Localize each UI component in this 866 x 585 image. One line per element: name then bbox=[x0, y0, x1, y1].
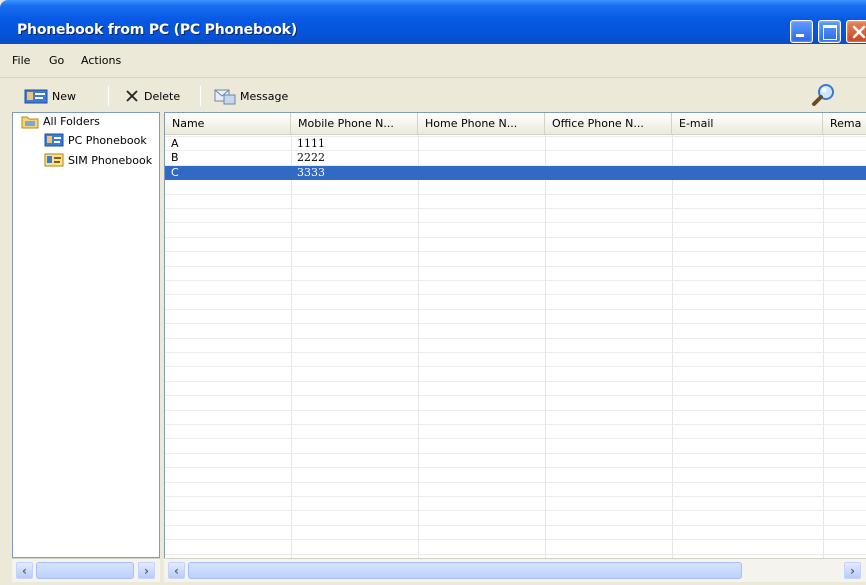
toolbar-separator bbox=[108, 86, 109, 106]
delete-button[interactable]: Delete bbox=[124, 86, 180, 106]
grid-row-line bbox=[165, 237, 866, 238]
search-icon bbox=[812, 84, 834, 106]
grid-row-line bbox=[165, 294, 866, 295]
grid-row-line bbox=[165, 222, 866, 223]
grid-row-line bbox=[165, 482, 866, 483]
table-row[interactable]: A 1111 bbox=[165, 137, 866, 151]
new-button-label: New bbox=[52, 89, 76, 103]
cell-mobile: 1111 bbox=[297, 137, 325, 150]
table-row[interactable]: B 2222 bbox=[165, 151, 866, 165]
new-button[interactable]: New bbox=[24, 86, 76, 106]
window-title: Phonebook from PC (PC Phonebook) bbox=[17, 22, 297, 38]
tree-item-label: All Folders bbox=[43, 114, 100, 128]
sim-card-icon bbox=[44, 153, 64, 167]
column-header-name[interactable]: Name bbox=[165, 113, 291, 135]
grid-row-line bbox=[165, 208, 866, 209]
grid-row-line bbox=[165, 525, 866, 526]
grid-row-line bbox=[165, 309, 866, 310]
grid-row-line bbox=[165, 453, 866, 454]
phonebook-icon bbox=[44, 133, 64, 147]
cell-mobile: 3333 bbox=[297, 166, 325, 179]
folder-icon bbox=[21, 116, 39, 129]
tree-item-label: SIM Phonebook bbox=[68, 153, 153, 167]
grid-column-line bbox=[418, 135, 419, 558]
title-bar[interactable]: Phonebook from PC (PC Phonebook) bbox=[0, 0, 866, 44]
scroll-left-button[interactable]: ‹ bbox=[168, 562, 185, 579]
grid-row-line bbox=[165, 338, 866, 339]
grid-row-line bbox=[165, 323, 866, 324]
grid-row-line bbox=[165, 554, 866, 555]
delete-x-icon bbox=[126, 90, 138, 102]
grid-row-line bbox=[165, 280, 866, 281]
toolbar-separator bbox=[200, 86, 201, 106]
grid-row-line bbox=[165, 424, 866, 425]
grid-row-line bbox=[165, 352, 866, 353]
grid-row-line bbox=[165, 410, 866, 411]
scroll-right-button[interactable]: › bbox=[138, 562, 155, 579]
folder-tree: All Folders PC Phonebook SIM Phonebook bbox=[12, 112, 160, 558]
new-contact-icon bbox=[24, 89, 48, 104]
cell-mobile: 2222 bbox=[297, 151, 325, 164]
grid-column-line bbox=[823, 135, 824, 558]
minimize-button[interactable] bbox=[790, 20, 813, 43]
column-header-office[interactable]: Office Phone N... bbox=[545, 113, 672, 135]
grid-row-line bbox=[165, 381, 866, 382]
search-button[interactable] bbox=[810, 82, 838, 108]
tree-item-sim-phonebook[interactable]: SIM Phonebook bbox=[44, 153, 152, 167]
toolbar: New Delete Message bbox=[0, 77, 866, 112]
close-icon bbox=[852, 25, 866, 39]
grid-row-line bbox=[165, 510, 866, 511]
menu-bar: File Go Actions bbox=[0, 46, 866, 74]
grid-column-line bbox=[545, 135, 546, 558]
cell-name: C bbox=[171, 166, 179, 179]
grid-row-line bbox=[165, 266, 866, 267]
list-body: A 1111 B 2222 C 3333 bbox=[165, 135, 866, 558]
grid-row-line bbox=[165, 366, 866, 367]
grid-row-line bbox=[165, 539, 866, 540]
column-header-remark[interactable]: Rema bbox=[823, 113, 866, 135]
list-header: Name Mobile Phone N... Home Phone N... O… bbox=[165, 113, 866, 135]
column-header-home[interactable]: Home Phone N... bbox=[418, 113, 545, 135]
delete-button-label: Delete bbox=[144, 89, 181, 103]
table-row-selected[interactable]: C 3333 bbox=[165, 166, 866, 180]
column-header-email[interactable]: E-mail bbox=[672, 113, 823, 135]
menu-go[interactable]: Go bbox=[49, 54, 64, 67]
folder-tree-hscrollbar[interactable]: ‹ › bbox=[12, 558, 160, 582]
grid-column-line bbox=[291, 135, 292, 558]
grid-row-line bbox=[165, 395, 866, 396]
close-button[interactable] bbox=[846, 20, 866, 43]
cell-name: B bbox=[171, 151, 179, 164]
grid-row-line bbox=[165, 194, 866, 195]
scroll-thumb[interactable] bbox=[36, 562, 134, 579]
menu-file[interactable]: File bbox=[12, 54, 30, 67]
maximize-button[interactable] bbox=[818, 20, 841, 43]
tree-item-label: PC Phonebook bbox=[68, 133, 147, 147]
phonebook-window: Phonebook from PC (PC Phonebook) File Go… bbox=[0, 0, 866, 585]
scroll-left-button[interactable]: ‹ bbox=[16, 562, 33, 579]
column-header-mobile[interactable]: Mobile Phone N... bbox=[291, 113, 418, 135]
scroll-right-button[interactable]: › bbox=[844, 562, 861, 579]
grid-row-line bbox=[165, 438, 866, 439]
tree-item-pc-phonebook[interactable]: PC Phonebook bbox=[44, 133, 147, 147]
scroll-thumb[interactable] bbox=[188, 562, 742, 579]
grid-row-line bbox=[165, 467, 866, 468]
grid-row-line bbox=[165, 251, 866, 252]
contact-list-hscrollbar[interactable]: ‹ › bbox=[164, 558, 866, 582]
message-icon bbox=[214, 89, 236, 105]
menu-actions[interactable]: Actions bbox=[81, 54, 121, 67]
tree-item-all-folders[interactable]: All Folders bbox=[21, 113, 100, 129]
grid-column-line bbox=[672, 135, 673, 558]
message-button-label: Message bbox=[240, 89, 289, 103]
grid-row-line bbox=[165, 496, 866, 497]
message-button[interactable]: Message bbox=[214, 86, 288, 106]
contact-list: Name Mobile Phone N... Home Phone N... O… bbox=[164, 112, 866, 558]
cell-name: A bbox=[171, 137, 179, 150]
